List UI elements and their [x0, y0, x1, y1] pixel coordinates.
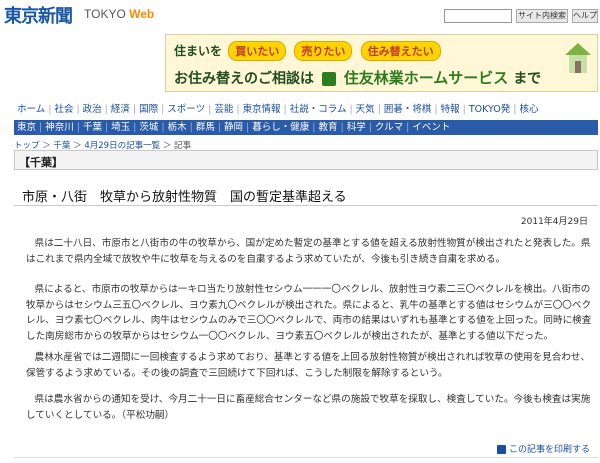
region-tab-8[interactable]: 暮らし・健康	[249, 122, 312, 133]
search-input[interactable]	[444, 9, 512, 23]
nav-item-4[interactable]: 国際	[136, 104, 161, 115]
site-search-button[interactable]: サイト内検索	[516, 9, 568, 23]
site-logo-en[interactable]: TOKYO Web	[84, 7, 154, 21]
site-logo[interactable]: 東京新聞	[4, 2, 73, 28]
nav-item-12[interactable]: TOKYO発	[466, 104, 513, 115]
region-tab-2[interactable]: 千葉	[80, 122, 105, 133]
site-header: 東京新聞 TOKYO Web サイト内検索 ヘルプ	[0, 0, 600, 28]
print-article-link[interactable]: この記事を印刷する	[496, 442, 590, 455]
print-link-label: この記事を印刷する	[508, 445, 590, 455]
region-tab-11[interactable]: クルマ	[372, 122, 406, 133]
logo-web-text: Web	[129, 7, 155, 21]
banner-suffix: まで	[513, 71, 542, 87]
banner-pill-buy: 買いたい	[228, 41, 287, 61]
region-tab-0[interactable]: 東京	[14, 122, 39, 133]
nav-item-11[interactable]: 特報	[438, 104, 463, 115]
article-paragraph: 農林水産省では二週間に一回検査するよう求めており、基準とする値を上回る放射性物質…	[26, 352, 591, 379]
article-paragraph: 県は二十八日、市原市と八街市の牛の牧草から、国が定めた暫定の基準とする値を超える…	[26, 238, 591, 265]
company-logo-icon	[321, 72, 336, 86]
region-tab-3[interactable]: 埼玉	[108, 122, 133, 133]
ad-banner[interactable]: 住まいを 買いたい 売りたい 住み替えたい お住み替えのご相談は 住友林業ホーム…	[165, 34, 598, 92]
banner-tagline: 住まいを 買いたい 売りたい 住み替えたい	[174, 41, 443, 61]
region-tab-6[interactable]: 群馬	[193, 122, 218, 133]
nav-item-2[interactable]: 政治	[80, 104, 105, 115]
nav-item-13[interactable]: 核心	[516, 104, 541, 115]
regional-nav: 東京 | 神奈川 | 千葉 | 埼玉 | 茨城 | 栃木 | 群馬 | 静岡 | 暮らし・健康 | 教育 | 科学 | クル…	[14, 120, 598, 135]
nav-item-6[interactable]: 芸能	[211, 104, 236, 115]
nav-item-1[interactable]: 社会	[51, 104, 76, 115]
nav-item-7[interactable]: 東京情報	[240, 104, 284, 115]
region-tab-9[interactable]: 教育	[315, 122, 340, 133]
title-divider	[14, 205, 598, 206]
logo-tokyo-text: TOKYO	[84, 7, 126, 21]
banner-pill-sell: 売りたい	[294, 41, 353, 61]
region-tab-7[interactable]: 静岡	[221, 122, 246, 133]
banner-consult-line: お住み替えのご相談は 住友林業ホームサービス まで	[174, 67, 541, 88]
region-tab-10[interactable]: 科学	[344, 122, 369, 133]
region-tab-5[interactable]: 栃木	[165, 122, 190, 133]
nav-item-9[interactable]: 天気	[353, 104, 378, 115]
bottom-divider	[14, 457, 598, 458]
region-tab-4[interactable]: 茨城	[136, 122, 161, 133]
nav-item-0[interactable]: ホーム	[14, 104, 48, 115]
banner-pill-move: 住み替えたい	[360, 41, 441, 61]
nav-item-10[interactable]: 囲碁・将棋	[381, 104, 435, 115]
article-title: 市原・八街 牧草から放射性物質 国の暫定基準超える	[22, 190, 347, 205]
primary-nav: ホーム | 社会 | 政治 | 経済 | 国際 | スポーツ | 芸能 | 東京情報 | 社説・コラム | 天気 | 囲…	[14, 101, 598, 116]
article-paragraph: 県によると、市原市の牧草からは一キロ当たり放射性セシウム一一一〇ベクレル、放射性…	[26, 284, 592, 342]
section-header: 【千葉】	[14, 150, 598, 170]
house-icon	[565, 43, 591, 73]
nav-item-8[interactable]: 社説・コラム	[287, 104, 350, 115]
banner-lead: 住まいを	[174, 44, 223, 58]
nav-item-3[interactable]: 経済	[108, 104, 133, 115]
region-tab-12[interactable]: イベント	[409, 122, 453, 133]
print-icon	[496, 445, 506, 454]
article-paragraph: 県は農水省からの通知を受け、今月二十一日に畜産総合センターなど県の施設で牧草を採…	[26, 394, 591, 421]
help-button[interactable]: ヘルプ	[572, 9, 598, 23]
article-date: 2011年4月29日	[520, 217, 588, 227]
banner-consult: お住み替えのご相談は	[174, 71, 314, 87]
nav-item-5[interactable]: スポーツ	[164, 104, 208, 115]
banner-company: 住友林業ホームサービス	[343, 69, 509, 87]
section-title: 【千葉】	[19, 156, 63, 169]
region-tab-1[interactable]: 神奈川	[42, 122, 77, 133]
